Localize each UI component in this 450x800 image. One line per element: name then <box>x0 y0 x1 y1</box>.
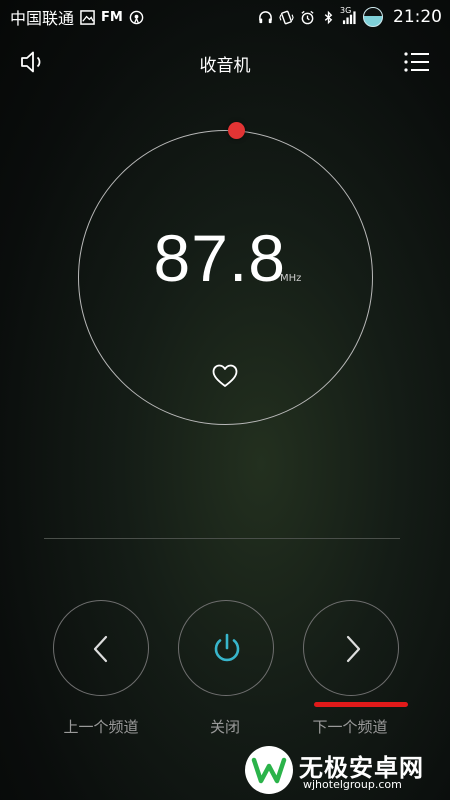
next-channel-button[interactable] <box>303 600 399 696</box>
network-type: 3G <box>340 5 352 15</box>
radio-broadcast-icon <box>129 10 144 25</box>
menu-button[interactable] <box>402 48 432 76</box>
watermark-logo-icon <box>245 746 293 794</box>
divider <box>44 538 400 539</box>
menu-icon <box>404 52 429 72</box>
watermark: 无极安卓网 wjhotelgroup.com <box>245 744 445 798</box>
next-channel-label: 下一个频道 <box>312 718 388 736</box>
chevron-right-icon <box>346 635 361 663</box>
bluetooth-icon <box>321 10 336 25</box>
frequency-unit: MHz <box>280 273 302 284</box>
status-bar-right: 3G 21:20 <box>258 6 442 27</box>
status-bar: 中国联通 FM 3G 21:20 <box>0 0 450 34</box>
highlight-underline <box>314 702 408 707</box>
tuner-dial[interactable]: 87.8 MHz <box>78 122 373 425</box>
power-button[interactable] <box>178 600 274 696</box>
carrier-name: 中国联通 <box>10 9 75 28</box>
status-bar-left: 中国联通 FM <box>10 5 144 29</box>
previous-channel-button[interactable] <box>53 600 149 696</box>
chevron-left-icon <box>93 635 108 663</box>
headphones-icon <box>258 10 273 25</box>
status-time: 21:20 <box>393 7 442 27</box>
title-bar: 收音机 <box>0 40 450 84</box>
power-icon <box>214 633 240 662</box>
image-icon <box>80 9 95 25</box>
tuning-indicator[interactable] <box>228 122 245 139</box>
vibrate-icon <box>279 10 294 25</box>
battery-icon <box>363 7 383 27</box>
heart-icon <box>212 364 238 387</box>
watermark-url: wjhotelgroup.com <box>303 778 402 791</box>
favorite-button[interactable] <box>211 363 239 389</box>
fm-indicator: FM <box>101 9 123 25</box>
frequency-display: 87.8 <box>153 221 286 295</box>
page-title: 收音机 <box>199 56 251 76</box>
alarm-icon <box>300 10 315 25</box>
signal-group: 3G <box>340 6 357 25</box>
